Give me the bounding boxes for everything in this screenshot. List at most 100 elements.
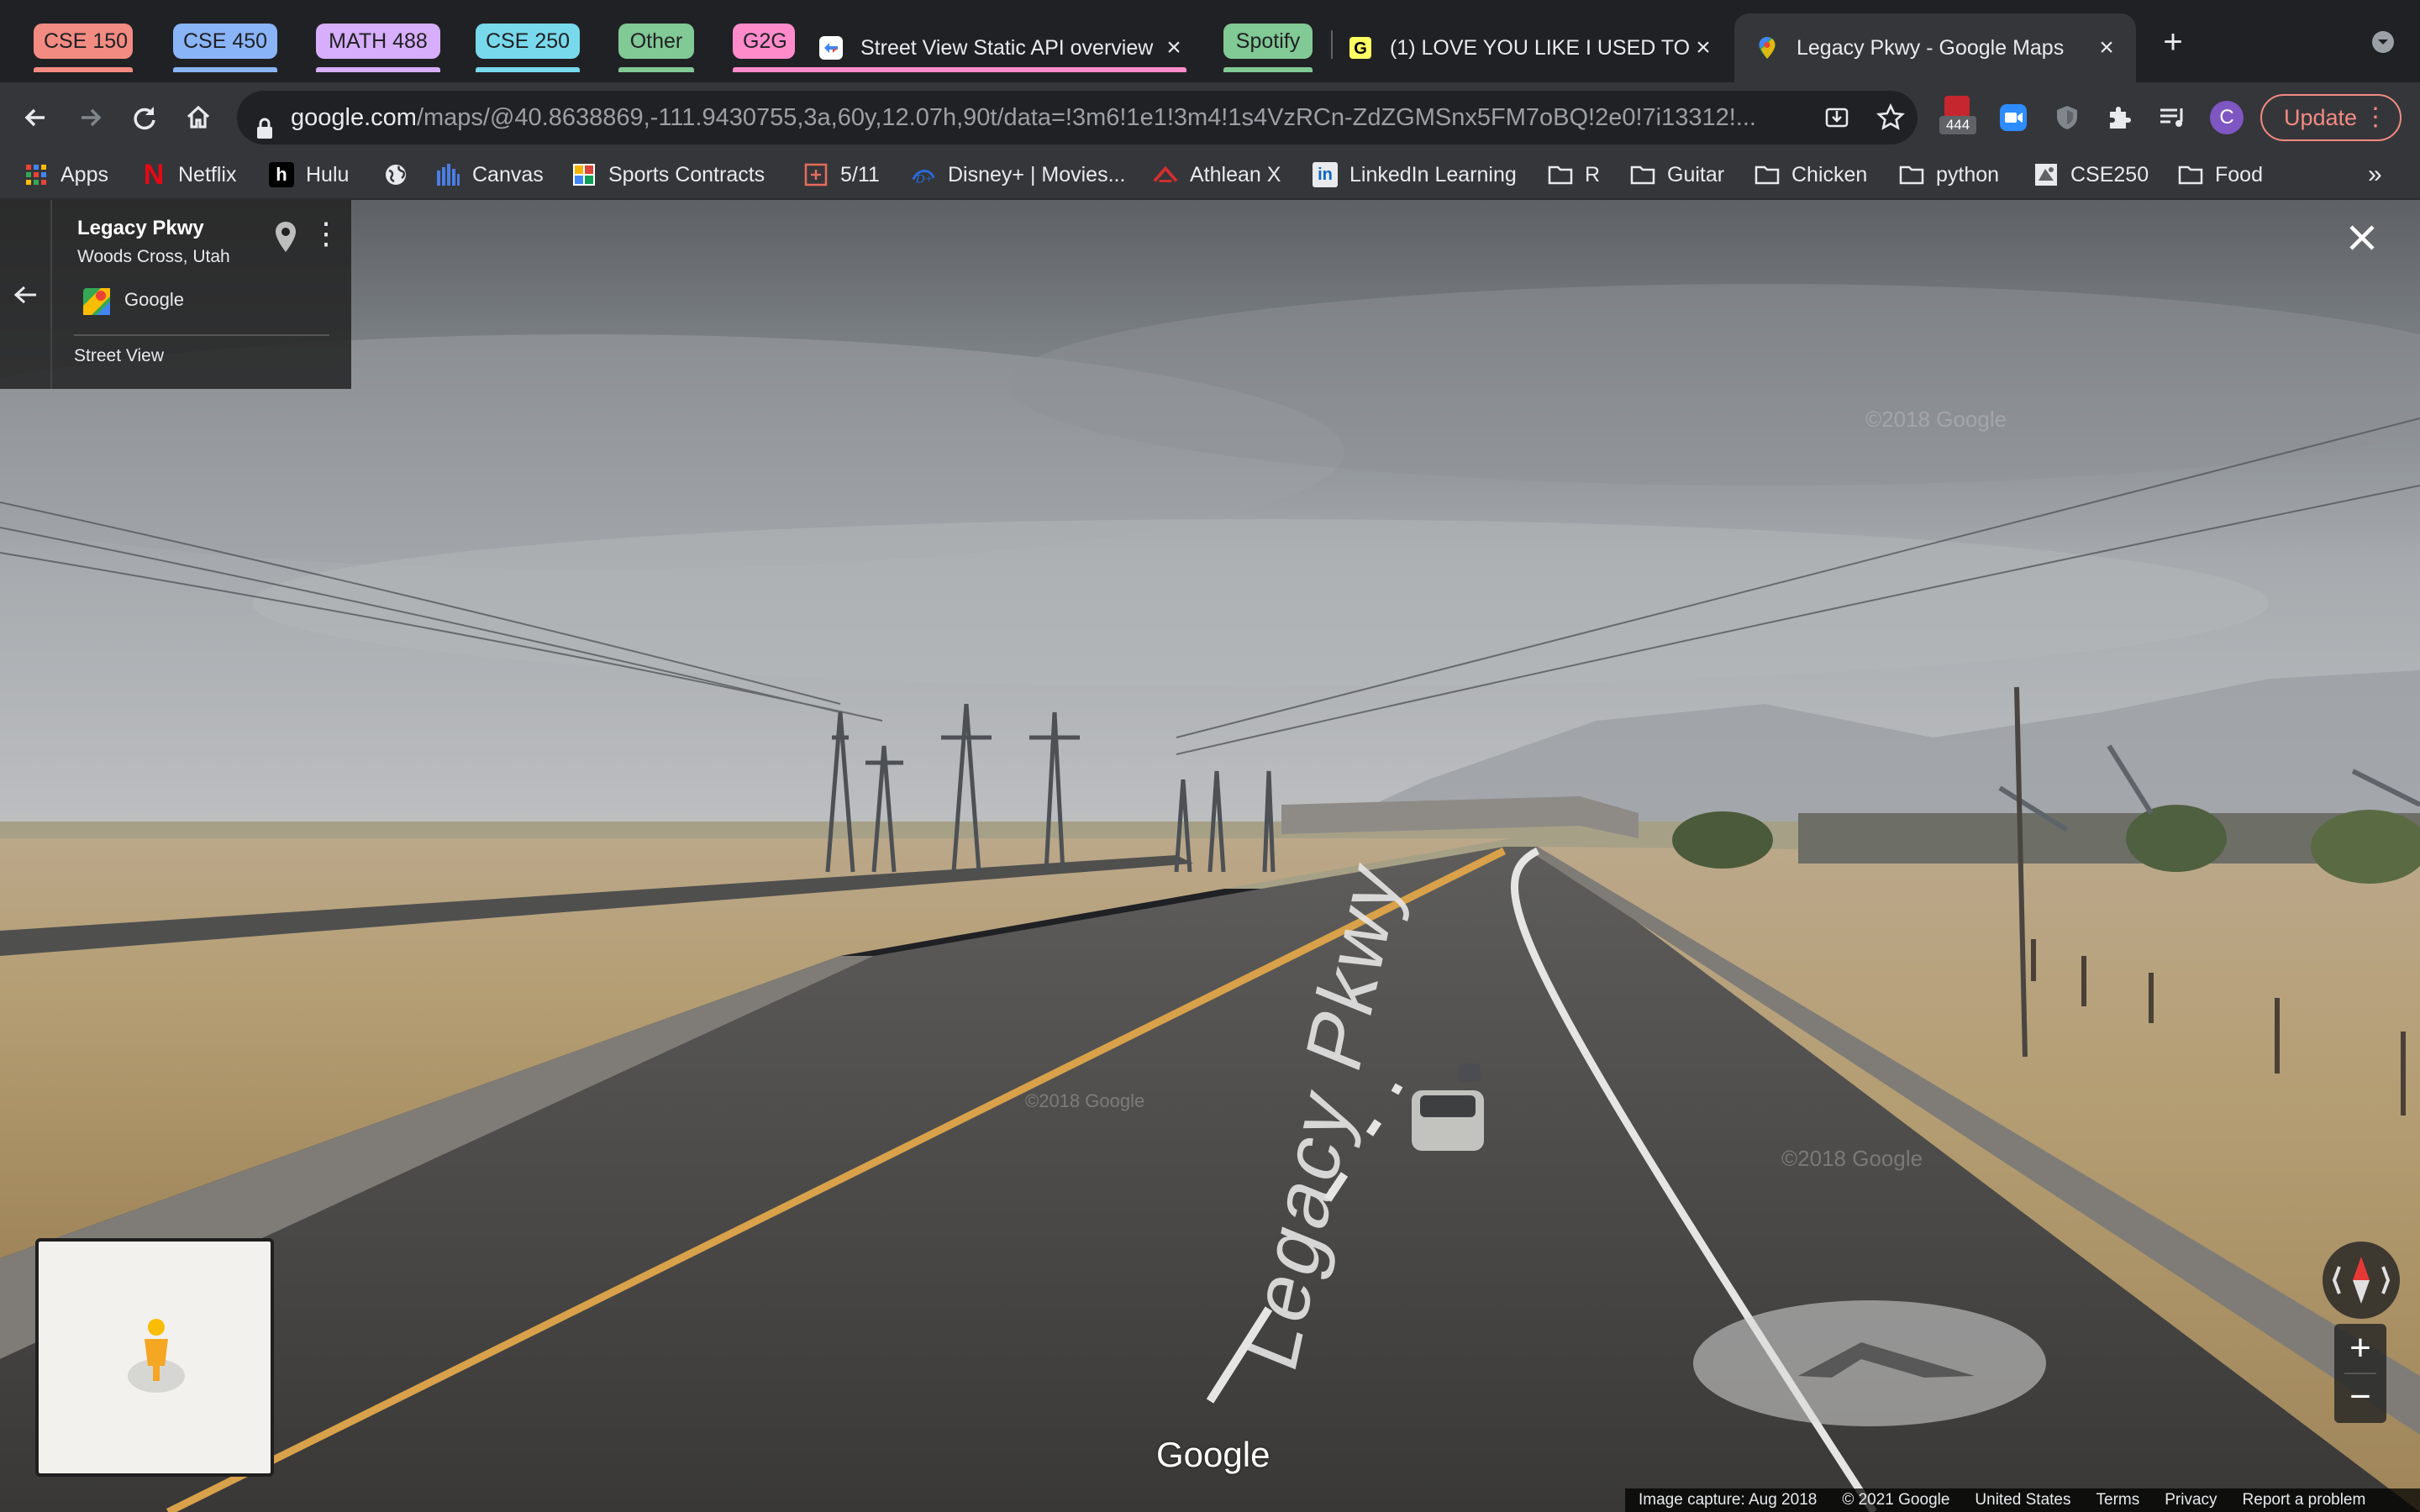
close-tab-icon[interactable]: × (1689, 34, 1718, 62)
bookmark-globe[interactable] (383, 153, 420, 197)
close-street-view-icon[interactable] (2344, 220, 2380, 255)
canvas-icon (435, 162, 460, 187)
copyright-text: © 2021 Google (1842, 1491, 1950, 1509)
tab-group-other-underline (618, 67, 694, 72)
bookmark-sports-contracts[interactable]: Sports Contracts (571, 153, 765, 197)
tab-group-spotify[interactable]: Spotify (1223, 24, 1313, 59)
tab-group-cse450[interactable]: CSE 450 (173, 24, 277, 59)
close-tab-icon[interactable]: × (1160, 34, 1188, 62)
lock-icon[interactable] (255, 106, 274, 144)
tab-group-math488[interactable]: MATH 488 (316, 24, 440, 59)
tab-genius[interactable]: G (1) LOVE YOU LIKE I USED TO | × (1348, 13, 1718, 82)
bookmark-linkedin-learning[interactable]: in LinkedIn Learning (1313, 153, 1517, 197)
bookmark-folder-chicken[interactable]: Chicken (1754, 153, 1867, 197)
tab-group-g2g[interactable]: G2G (733, 24, 795, 59)
maps-pin-icon (1754, 35, 1780, 60)
tab-google-maps[interactable]: Legacy Pkwy - Google Maps × (1734, 13, 2136, 82)
bookmark-apps[interactable]: Apps (24, 153, 108, 197)
tab-group-cse150-underline (34, 67, 133, 72)
bookmarks-overflow-icon[interactable]: » (2368, 153, 2382, 197)
bookmark-label: 5/11 (840, 162, 880, 186)
attribution-google[interactable]: Google (124, 289, 184, 311)
collapse-back-button[interactable] (0, 200, 52, 389)
bookmark-label: Hulu (306, 162, 350, 186)
report-problem-link[interactable]: Report a problem (2243, 1488, 2366, 1512)
close-tab-icon[interactable]: × (2092, 34, 2121, 62)
svg-text:G: G (1354, 39, 1367, 58)
extension-badge: 444 (1939, 116, 1976, 134)
genius-icon: G (1348, 35, 1373, 60)
reload-icon[interactable] (126, 99, 163, 136)
street-view-viewport[interactable]: Legacy Pkwy ©2018 Google ©2018 Google ©2… (0, 200, 2420, 1512)
watermark-text: ©2018 Google (1025, 1090, 1144, 1111)
zoom-extension-icon[interactable] (1995, 99, 2032, 136)
location-pin-icon[interactable] (274, 220, 297, 258)
tab-group-cse450-underline (173, 67, 277, 72)
bookmark-netflix[interactable]: N Netflix (141, 153, 237, 197)
bookmark-label: Canvas (472, 162, 544, 186)
tab-title: (1) LOVE YOU LIKE I USED TO | (1390, 35, 1689, 60)
bookmark-label: R (1585, 162, 1601, 186)
bookmark-label: Netflix (178, 162, 237, 186)
bookmark-star-icon[interactable] (1872, 99, 1909, 136)
terms-link[interactable]: Terms (2096, 1488, 2140, 1512)
more-options-icon[interactable]: ⋮ (311, 218, 341, 249)
tab-street-view-api[interactable]: Street View Static API overview × (818, 13, 1188, 82)
tab-title: Legacy Pkwy - Google Maps (1797, 35, 2065, 60)
tab-search-icon[interactable] (2365, 24, 2402, 60)
compass-control[interactable] (2323, 1242, 2400, 1319)
bookmark-folder-guitar[interactable]: Guitar (1630, 153, 1724, 197)
zoom-out-button[interactable]: − (2334, 1374, 2386, 1423)
bookmark-canvas[interactable]: Canvas (435, 153, 544, 197)
hulu-icon: h (269, 162, 294, 187)
extension-honey-icon[interactable]: 444 (1939, 96, 1976, 139)
media-control-icon[interactable] (2154, 99, 2191, 136)
url-path: /maps/@40.8638869,-111.9430755,3a,60y,12… (416, 104, 1756, 131)
street-view-panorama[interactable]: Legacy Pkwy ©2018 Google ©2018 Google ©2… (0, 200, 2420, 1512)
install-icon[interactable] (1818, 99, 1855, 136)
google-maps-small-icon (82, 287, 111, 320)
zoom-in-button[interactable]: + (2334, 1324, 2386, 1373)
bookmark-folder-food[interactable]: Food (2178, 153, 2263, 197)
bookmark-cse250[interactable]: CSE250 (2033, 153, 2149, 197)
tab-group-cse250[interactable]: CSE 250 (476, 24, 580, 59)
back-icon[interactable] (17, 99, 54, 136)
watermark-text: ©2018 Google (1781, 1146, 1923, 1171)
pegman-icon[interactable] (123, 1317, 190, 1393)
bookmark-label: Sports Contracts (608, 162, 765, 186)
calendar-icon (803, 162, 829, 187)
minimap-thumbnail[interactable] (35, 1238, 274, 1477)
place-subtitle: Woods Cross, Utah (77, 247, 230, 266)
bookmark-hulu[interactable]: h Hulu (269, 153, 349, 197)
tab-group-spotify-underline (1223, 67, 1313, 72)
bookmark-label: Guitar (1667, 162, 1725, 186)
bookmark-disney[interactable]: D+ Disney+ | Movies... (911, 153, 1125, 197)
tab-group-other[interactable]: Other (618, 24, 694, 59)
address-bar[interactable]: google.com/maps/@40.8638869,-111.9430755… (237, 91, 1918, 144)
linkedin-icon: in (1313, 162, 1338, 187)
folder-icon (1548, 162, 1573, 187)
new-tab-icon[interactable]: + (2154, 24, 2191, 60)
bookmark-label: Chicken (1791, 162, 1868, 186)
globe-icon (383, 162, 408, 187)
bookmark-athlean-x[interactable]: Athlean X (1153, 153, 1281, 197)
bookmark-folder-r[interactable]: R (1548, 153, 1600, 197)
bookmark-label: Athlean X (1190, 162, 1281, 186)
bookmark-5-11[interactable]: 5/11 (803, 153, 880, 197)
tab-group-cse150[interactable]: CSE 150 (34, 24, 133, 59)
menu-dots-icon[interactable]: ⋮ (2363, 96, 2388, 139)
profile-avatar[interactable]: C (2210, 101, 2244, 134)
cse-icon (2033, 162, 2059, 187)
bookmarks-bar: Apps N Netflix h Hulu Canvas Sports Cont… (0, 153, 2420, 200)
update-button[interactable]: Update ⋮ (2260, 94, 2402, 141)
shield-extension-icon[interactable] (2049, 99, 2086, 136)
country-link[interactable]: United States (1975, 1488, 2070, 1512)
bookmark-label: python (1936, 162, 2000, 186)
privacy-link[interactable]: Privacy (2165, 1488, 2217, 1512)
extensions-puzzle-icon[interactable] (2101, 99, 2138, 136)
place-title: Legacy Pkwy (77, 217, 204, 239)
folder-icon (1630, 162, 1655, 187)
home-icon[interactable] (180, 99, 217, 136)
bookmark-folder-python[interactable]: python (1899, 153, 1999, 197)
forward-icon[interactable] (72, 99, 109, 136)
